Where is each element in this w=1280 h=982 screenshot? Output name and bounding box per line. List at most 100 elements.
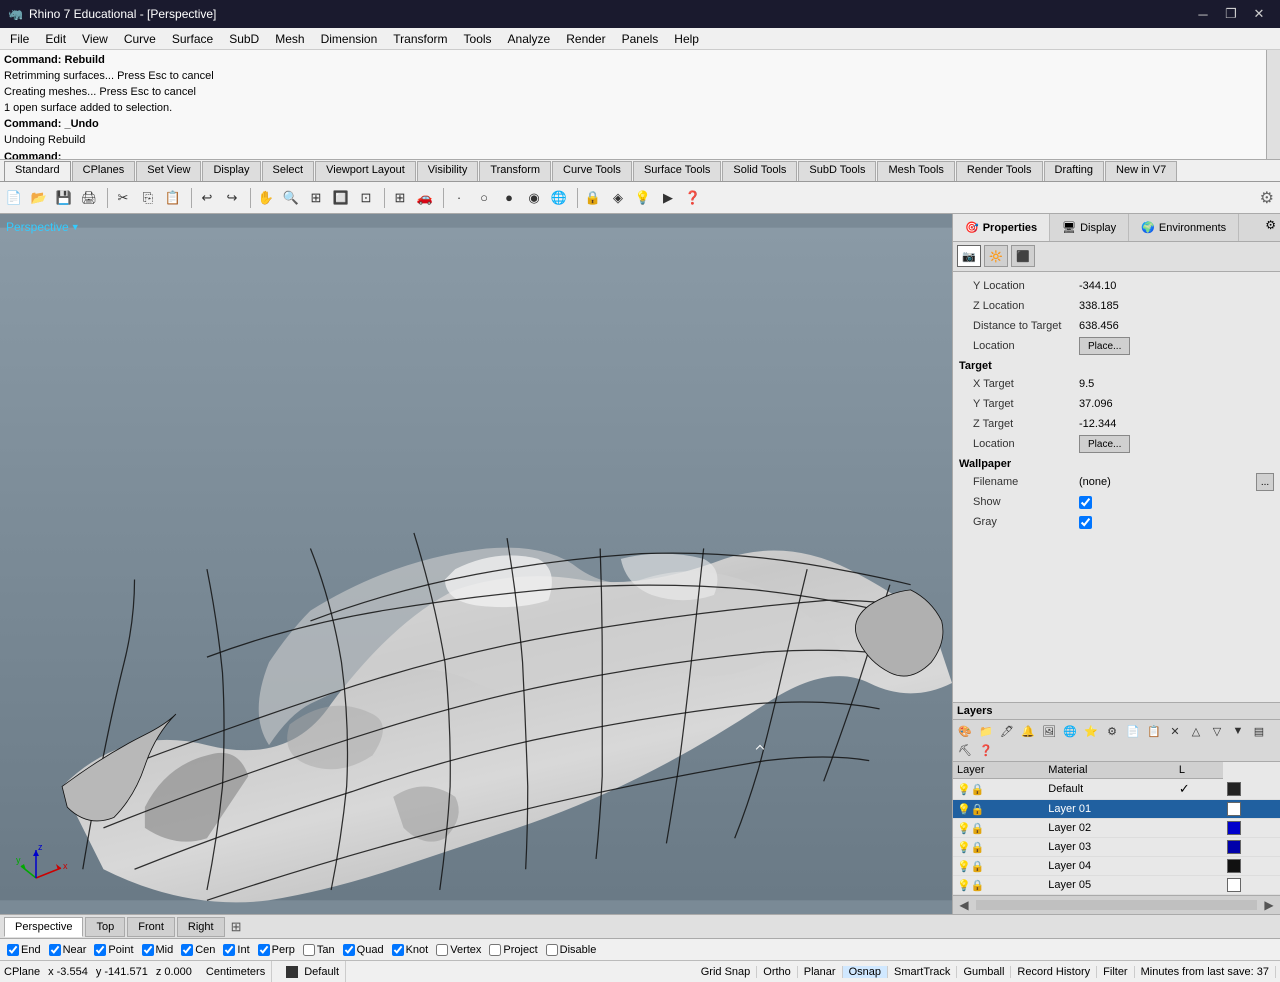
- toolbar-tab-transform[interactable]: Transform: [479, 161, 551, 181]
- camera-place-button[interactable]: Place...: [1079, 337, 1130, 355]
- layer-copy-icon[interactable]: 📋: [1144, 722, 1164, 740]
- subtab-scene[interactable]: 🔆: [984, 245, 1008, 267]
- globe-icon[interactable]: 🌐: [547, 186, 571, 210]
- menu-item-edit[interactable]: Edit: [37, 30, 74, 48]
- layer-row-0[interactable]: 💡🔒Default✓: [953, 779, 1280, 800]
- maximize-viewport-button[interactable]: ⊞: [231, 919, 242, 935]
- snap-checkbox-disable[interactable]: [546, 944, 558, 956]
- menu-item-file[interactable]: File: [2, 30, 37, 48]
- toolbar-tab-viewport-layout[interactable]: Viewport Layout: [315, 161, 416, 181]
- menu-item-surface[interactable]: Surface: [164, 30, 221, 48]
- subtab-camera[interactable]: 📷: [957, 245, 981, 267]
- snap-checkbox-mid[interactable]: [142, 944, 154, 956]
- menu-item-transform[interactable]: Transform: [385, 30, 455, 48]
- snap-near[interactable]: Near: [46, 944, 90, 956]
- snap-disable[interactable]: Disable: [543, 944, 600, 956]
- snap-checkbox-int[interactable]: [223, 944, 235, 956]
- layer-name-2[interactable]: Layer 02: [1044, 819, 1175, 838]
- viewport[interactable]: Perspective ▼: [0, 214, 952, 914]
- layer-row-1[interactable]: 💡🔒Layer 01: [953, 800, 1280, 819]
- layer-row-2[interactable]: 💡🔒Layer 02: [953, 819, 1280, 838]
- target-place-button[interactable]: Place...: [1079, 435, 1130, 453]
- layer-add-icon[interactable]: 🎨: [955, 722, 975, 740]
- viewport-label[interactable]: Perspective ▼: [6, 220, 80, 234]
- layer-name-1[interactable]: Layer 01: [1044, 800, 1175, 819]
- zoom-extent-icon[interactable]: ⊞: [304, 186, 328, 210]
- snap-mid[interactable]: Mid: [139, 944, 177, 956]
- paste-icon[interactable]: 📋: [161, 186, 185, 210]
- layer-delete-icon[interactable]: ✕: [1165, 722, 1185, 740]
- point-icon[interactable]: ·: [447, 186, 471, 210]
- redo-icon[interactable]: ↪: [220, 186, 244, 210]
- layer-new-icon[interactable]: 📄: [1123, 722, 1143, 740]
- tab-display[interactable]: 🖥 Display: [1050, 214, 1129, 241]
- status-osnap[interactable]: Osnap: [843, 966, 888, 978]
- snap-point[interactable]: Point: [91, 944, 136, 956]
- tab-environments[interactable]: 🌍 Environments: [1129, 214, 1239, 241]
- command-input[interactable]: [63, 150, 263, 160]
- menu-item-mesh[interactable]: Mesh: [267, 30, 312, 48]
- layer-name-0[interactable]: Default: [1044, 779, 1175, 800]
- snap-checkbox-quad[interactable]: [343, 944, 355, 956]
- snap-perp[interactable]: Perp: [255, 944, 298, 956]
- layer-row-5[interactable]: 💡🔒Layer 05: [953, 876, 1280, 895]
- layers-scroll-left[interactable]: ◀: [954, 897, 974, 913]
- menu-item-view[interactable]: View: [74, 30, 116, 48]
- bottom-tab-front[interactable]: Front: [127, 917, 175, 937]
- toolbar-tab-standard[interactable]: Standard: [4, 161, 71, 181]
- snap-knot[interactable]: Knot: [389, 944, 432, 956]
- close-button[interactable]: ✕: [1246, 3, 1272, 25]
- light-icon[interactable]: 💡: [631, 186, 655, 210]
- layer-name-5[interactable]: Layer 05: [1044, 876, 1175, 895]
- layer-name-3[interactable]: Layer 03: [1044, 838, 1175, 857]
- panel-expand-button[interactable]: ⚙: [1261, 214, 1280, 241]
- menu-item-help[interactable]: Help: [666, 30, 707, 48]
- menu-item-subd[interactable]: SubD: [221, 30, 267, 48]
- toolbar-tab-display[interactable]: Display: [202, 161, 260, 181]
- layers-scroll-right[interactable]: ▶: [1259, 897, 1279, 913]
- snap-checkbox-tan[interactable]: [303, 944, 315, 956]
- command-scrollbar[interactable]: [1266, 50, 1280, 159]
- grid-icon[interactable]: ⊞: [388, 186, 412, 210]
- status-grid-snap[interactable]: Grid Snap: [695, 966, 758, 978]
- snap-checkbox-vertex[interactable]: [436, 944, 448, 956]
- tab-properties[interactable]: 🎯 Properties: [953, 214, 1050, 241]
- zoom-window-icon[interactable]: 🔲: [329, 186, 353, 210]
- layer-settings-icon[interactable]: ⚙: [1102, 722, 1122, 740]
- zoom-icon[interactable]: 🔍: [279, 186, 303, 210]
- save-icon[interactable]: 💾: [52, 186, 76, 210]
- show-checkbox[interactable]: [1079, 496, 1092, 509]
- sphere-icon[interactable]: ◉: [522, 186, 546, 210]
- undo-icon[interactable]: ↩: [195, 186, 219, 210]
- snap-project[interactable]: Project: [486, 944, 540, 956]
- render-icon[interactable]: ▶: [656, 186, 680, 210]
- snap-cen[interactable]: Cen: [178, 944, 218, 956]
- pan-icon[interactable]: ✋: [254, 186, 278, 210]
- help-icon[interactable]: ❓: [681, 186, 705, 210]
- layer-image-icon[interactable]: 🖼: [1039, 722, 1059, 740]
- menu-item-tools[interactable]: Tools: [456, 30, 500, 48]
- toolbar-tab-visibility[interactable]: Visibility: [417, 161, 479, 181]
- toolbar-tab-new-in-v7[interactable]: New in V7: [1105, 161, 1177, 181]
- snap-checkbox-knot[interactable]: [392, 944, 404, 956]
- toolbar-settings-icon[interactable]: ⚙: [1256, 188, 1278, 208]
- layer-folder-icon[interactable]: 📁: [976, 722, 996, 740]
- layer-paint-icon[interactable]: 🖊: [997, 722, 1017, 740]
- menu-item-dimension[interactable]: Dimension: [313, 30, 386, 48]
- snap-checkbox-near[interactable]: [49, 944, 61, 956]
- layer-up-icon[interactable]: △: [1186, 722, 1206, 740]
- new-icon[interactable]: 📄: [2, 186, 26, 210]
- menu-item-panels[interactable]: Panels: [614, 30, 667, 48]
- bottom-tab-right[interactable]: Right: [177, 917, 225, 937]
- restore-button[interactable]: ❐: [1218, 3, 1244, 25]
- bottom-tab-top[interactable]: Top: [85, 917, 125, 937]
- toolbar-tab-set-view[interactable]: Set View: [136, 161, 201, 181]
- car-icon[interactable]: 🚗: [413, 186, 437, 210]
- layer-prop2-icon[interactable]: ⛏: [955, 741, 975, 759]
- status-smarttrack[interactable]: SmartTrack: [888, 966, 957, 978]
- menu-item-curve[interactable]: Curve: [116, 30, 164, 48]
- bottom-tab-perspective[interactable]: Perspective: [4, 917, 83, 937]
- snap-checkbox-cen[interactable]: [181, 944, 193, 956]
- snap-checkbox-perp[interactable]: [258, 944, 270, 956]
- viewport-dropdown-arrow[interactable]: ▼: [71, 222, 80, 232]
